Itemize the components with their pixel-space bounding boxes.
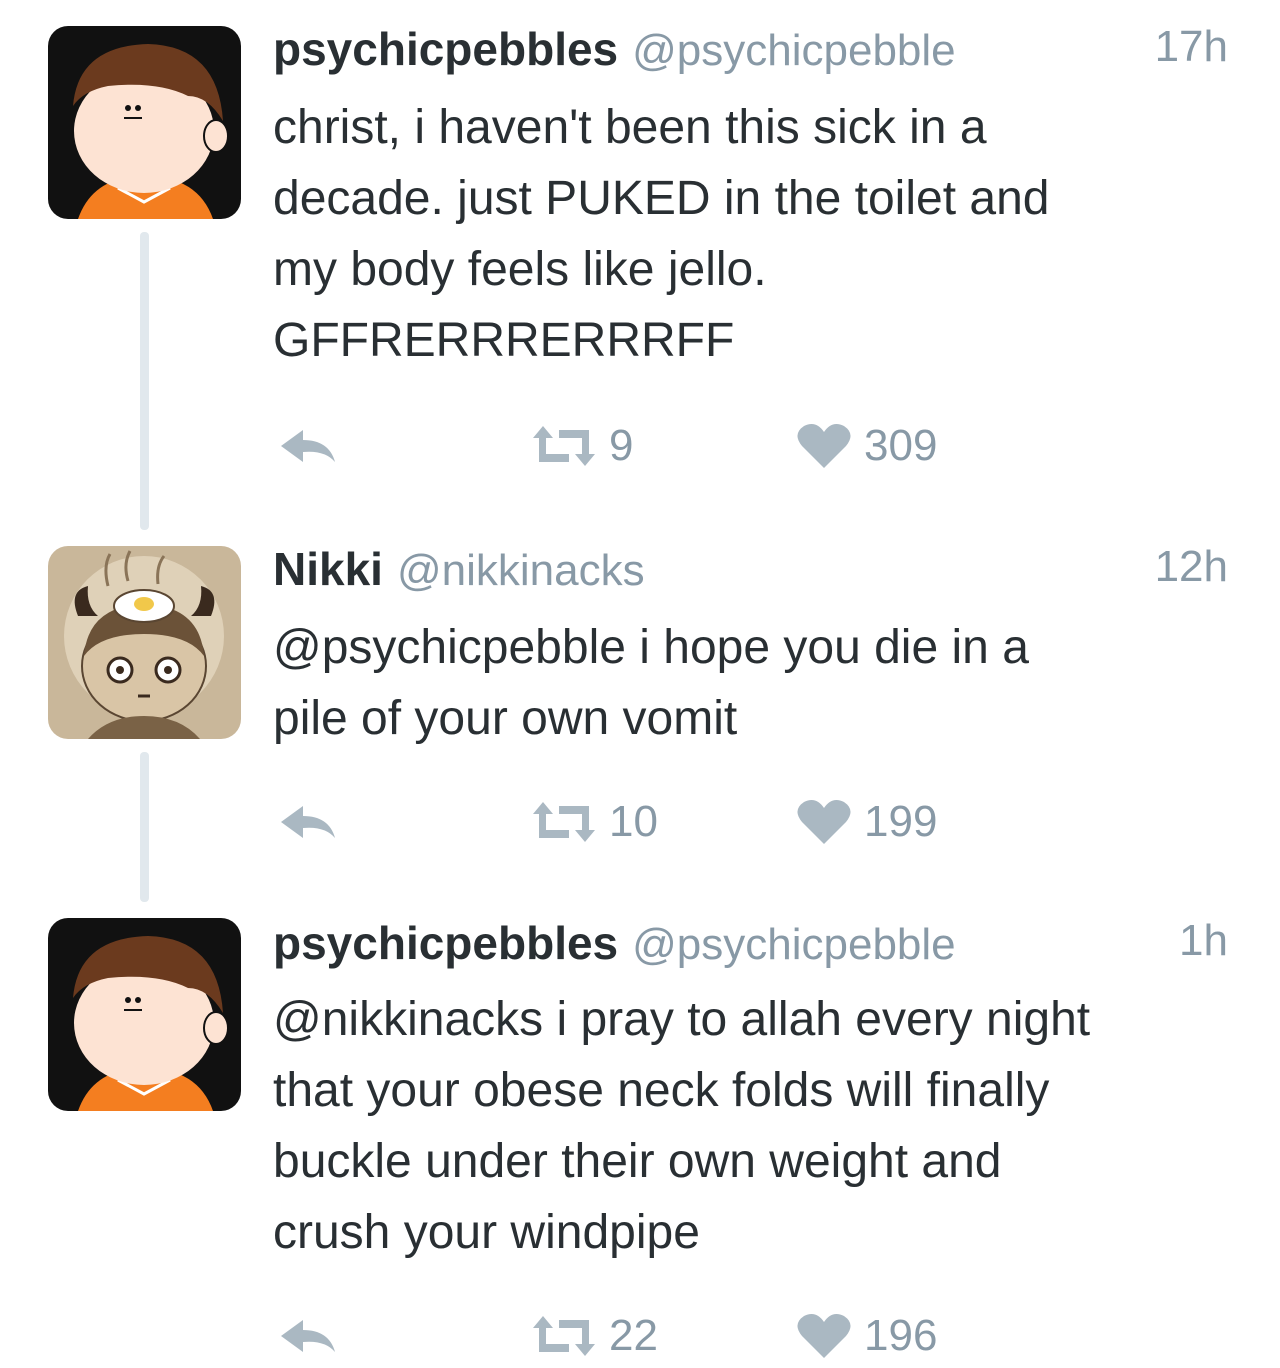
tweet-text-line: @nikkinacks i pray to allah every night <box>273 993 1091 1046</box>
heart-icon <box>797 1314 851 1358</box>
retweet-icon <box>533 1316 595 1356</box>
avatar[interactable] <box>48 546 241 739</box>
reply-icon <box>281 806 335 838</box>
like-button[interactable]: 196 <box>796 1306 937 1366</box>
tweet-text-line: christ, i haven't been this sick in a <box>273 101 987 154</box>
retweet-icon <box>533 426 595 466</box>
reply-button[interactable] <box>279 416 339 476</box>
heart-icon <box>797 800 851 844</box>
retweet-count: 22 <box>609 1311 658 1360</box>
tweet-header: Nikki @nikkinacks 12h <box>273 542 1228 602</box>
orange-shirt-boy-avatar <box>48 918 241 1111</box>
tweet-actions: 22 196 <box>273 1306 1033 1366</box>
retweet-button[interactable]: 9 <box>531 416 633 476</box>
tweet-text-line: that your obese neck folds will finally <box>273 1064 1050 1117</box>
like-count: 309 <box>864 421 938 470</box>
user-handle[interactable]: @nikkinacks <box>397 546 645 595</box>
retweet-count: 10 <box>609 797 658 846</box>
reply-icon <box>281 1320 335 1352</box>
like-count: 199 <box>864 797 938 846</box>
tweet-text-line: pile of your own vomit <box>273 692 738 745</box>
display-name[interactable]: Nikki <box>273 543 383 595</box>
tweet-text-line: my body feels like jello. <box>273 243 767 296</box>
retweet-count: 9 <box>609 421 634 470</box>
thread-line <box>140 752 149 902</box>
like-button[interactable]: 199 <box>796 792 937 852</box>
timestamp[interactable]: 12h <box>1155 542 1228 592</box>
retweet-button[interactable]: 22 <box>531 1306 658 1366</box>
display-name[interactable]: psychicpebbles <box>273 917 618 969</box>
avatar[interactable] <box>48 26 241 219</box>
tweet-text-line: GFFRERRRERRRFF <box>273 314 735 367</box>
tweet-text-line: buckle under their own weight and <box>273 1135 1002 1188</box>
horned-girl-avatar <box>48 546 241 739</box>
user-handle[interactable]: @psychicpebble <box>632 26 956 75</box>
tweet-actions: 10 199 <box>273 792 1033 852</box>
tweet-text-line: @psychicpebble i hope you die in a <box>273 621 1029 674</box>
tweet-text-line: crush your windpipe <box>273 1206 700 1259</box>
reply-button[interactable] <box>279 1306 339 1366</box>
display-name[interactable]: psychicpebbles <box>273 23 618 75</box>
like-count: 196 <box>864 1311 938 1360</box>
heart-icon <box>797 424 851 468</box>
like-button[interactable]: 309 <box>796 416 937 476</box>
user-handle[interactable]: @psychicpebble <box>632 920 956 969</box>
retweet-icon <box>533 802 595 842</box>
retweet-button[interactable]: 10 <box>531 792 658 852</box>
tweet-text: @nikkinacks i pray to allah every night … <box>273 984 1233 1268</box>
tweet-header: psychicpebbles @psychicpebble 1h <box>273 916 1228 976</box>
tweet-text-line: decade. just PUKED in the toilet and <box>273 172 1050 225</box>
reply-button[interactable] <box>279 792 339 852</box>
tweet-text: christ, i haven't been this sick in a de… <box>273 92 1233 376</box>
thread-line <box>140 232 149 530</box>
avatar[interactable] <box>48 918 241 1111</box>
timestamp[interactable]: 1h <box>1179 916 1228 966</box>
tweet-actions: 9 309 <box>273 416 1033 476</box>
reply-icon <box>281 430 335 462</box>
timestamp[interactable]: 17h <box>1155 22 1228 72</box>
tweet-header: psychicpebbles @psychicpebble 17h <box>273 22 1228 82</box>
orange-shirt-boy-avatar <box>48 26 241 219</box>
tweet-text: @psychicpebble i hope you die in a pile … <box>273 612 1233 754</box>
